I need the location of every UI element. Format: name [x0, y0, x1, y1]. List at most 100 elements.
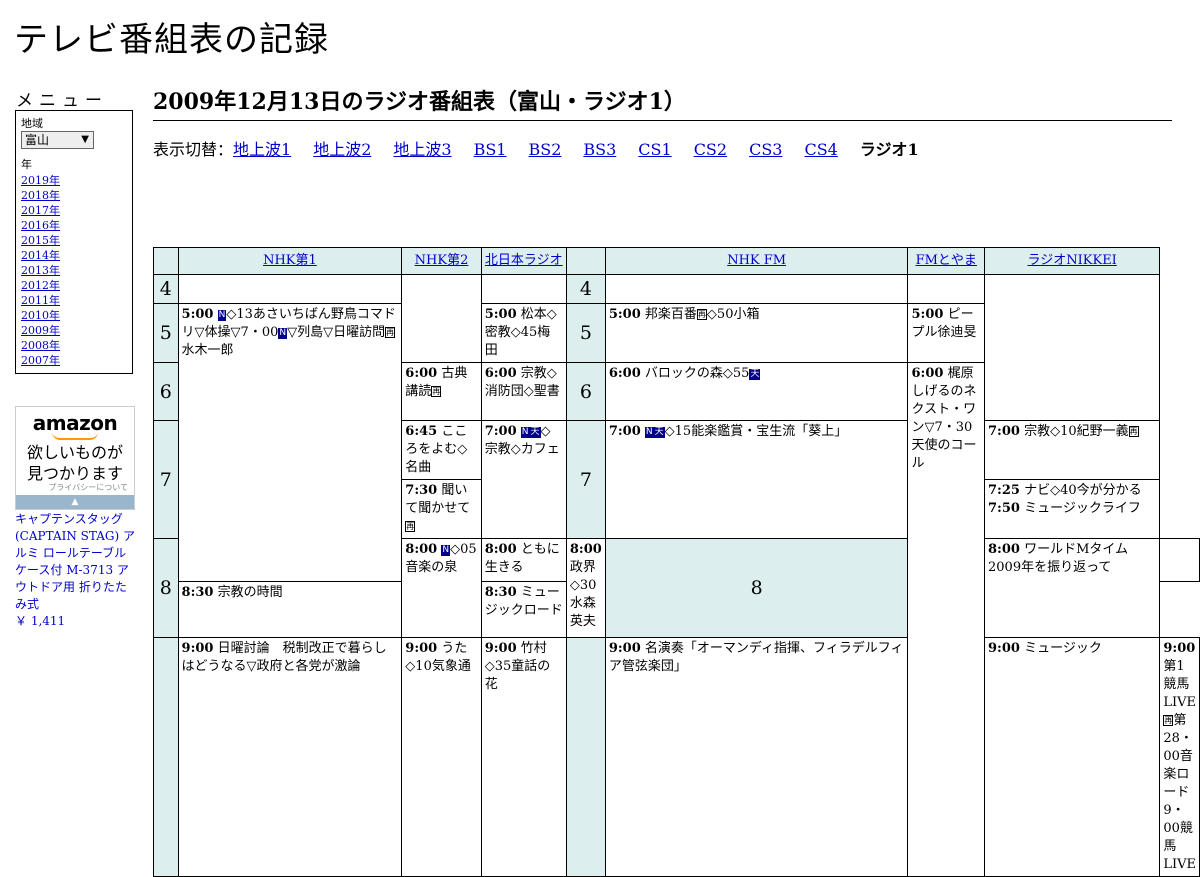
program-cell[interactable]: 8:00 政界◇30水森英夫 [565, 538, 606, 638]
weather-badge-icon: 天 [749, 369, 761, 380]
switch-link-cs1[interactable]: CS1 [638, 140, 671, 159]
year-link-2013[interactable]: 2013年 [21, 264, 60, 277]
ad-expand-bar[interactable]: ▲ [16, 495, 134, 509]
channel-link-nikkei[interactable]: ラジオNIKKEI [1028, 253, 1117, 268]
program-cell[interactable]: 7:00 宗教◇10紀野一義再 [983, 420, 1161, 480]
year-link-2018[interactable]: 2018年 [21, 189, 60, 202]
program-cell[interactable]: 8:00 ワールドMタイム2009年を振り返って [983, 538, 1161, 638]
ad-privacy-link[interactable]: プライバシーについて [48, 482, 128, 493]
year-list: 2019年 2018年 2017年 2016年 2015年 2014年 2013… [21, 173, 127, 368]
program-cell[interactable]: 5:00 N◇13あさいちばん野鳥コマドリ▽体操▽7・00N▽列島▽日曜訪問再水… [177, 303, 403, 582]
ad-product-title[interactable]: キャプテンスタッグ(CAPTAIN STAG) アルミ ロールテーブル ケース付… [15, 512, 135, 611]
switch-link-cs3[interactable]: CS3 [749, 140, 782, 159]
hour-label-4: 4 [153, 274, 179, 304]
year-link-2009[interactable]: 2009年 [21, 324, 60, 337]
program-cell[interactable]: 6:00 バロックの森◇55天 [604, 362, 909, 421]
year-link-2008[interactable]: 2008年 [21, 339, 60, 352]
weather-badge-icon: 天 [653, 427, 665, 438]
news-badge-icon: N [520, 427, 530, 438]
rerun-badge-icon: 再 [385, 327, 396, 338]
channel-header-fmtoyama: FMとやま [907, 247, 985, 275]
year-link-2015[interactable]: 2015年 [21, 234, 60, 247]
channel-header-knb: 北日本ラジオ [480, 247, 567, 275]
program-cell[interactable]: 5:00 松本◇密教◇45梅田 [480, 303, 567, 363]
program-cell[interactable]: 7:00 N 天◇宗教◇カフェ [480, 420, 567, 539]
news-badge-icon: N [644, 427, 654, 438]
program-cell[interactable]: 6:00 梶原しげるのネクスト・ワン▽7・30天使のコール [907, 362, 985, 877]
program-empty [907, 274, 985, 304]
switch-link-cs2[interactable]: CS2 [694, 140, 727, 159]
program-cell[interactable]: 9:00 うた◇10気象通 [401, 637, 482, 877]
channel-link-nhk1[interactable]: NHK第1 [263, 253, 317, 268]
year-link-2012[interactable]: 2012年 [21, 279, 60, 292]
program-cell[interactable]: 8:30 宗教の時間 [177, 581, 403, 638]
program-empty [401, 274, 482, 363]
switch-link-bs1[interactable]: BS1 [474, 140, 507, 159]
ad-product-link[interactable]: キャプテンスタッグ(CAPTAIN STAG) アルミ ロールテーブル ケース付… [15, 511, 137, 630]
program-cell[interactable]: 5:00 ピープル徐迪旻 [907, 303, 985, 363]
news-badge-icon: N [441, 545, 451, 556]
page-title: 2009年12月13日のラジオ番組表（富山・ラジオ1） [153, 84, 1172, 121]
program-cell[interactable]: 8:30 ミュージックロード [480, 581, 567, 638]
year-link-2007[interactable]: 2007年 [21, 354, 60, 367]
program-cell[interactable]: 9:00 第1競馬LIVE再第28・00音楽ロード9・00競馬LIVE [1159, 637, 1200, 877]
program-empty [604, 274, 909, 304]
amazon-logo: amazon [32, 411, 118, 435]
hour-label-6-right: 6 [565, 362, 606, 421]
program-cell[interactable]: 9:00 日曜討論 税制改正で暮らしはどうなる▽政府と各党が激論 [177, 637, 403, 877]
program-cell[interactable]: 7:25 ナビ◇40今が分かる 7:50 ミュージックライフ [983, 479, 1161, 539]
hour-label-5-right: 5 [565, 303, 606, 363]
program-empty [177, 274, 403, 304]
program-empty [1159, 538, 1200, 582]
program-cell[interactable]: 6:00 宗教◇消防団◇聖書 [480, 362, 567, 421]
switch-link-terrestrial-3[interactable]: 地上波3 [393, 140, 451, 159]
hour-label-7: 7 [153, 420, 179, 539]
program-cell[interactable]: 5:00 邦楽百番再◇50小箱 [604, 303, 909, 363]
program-cell[interactable]: 9:00 ミュージック [983, 637, 1161, 877]
chevron-down-icon: ▼ [81, 134, 89, 145]
weather-badge-icon: 天 [529, 427, 541, 438]
program-cell[interactable]: 8:00 N◇05音楽の泉 [401, 538, 482, 638]
channel-header-nikkei: ラジオNIKKEI [983, 247, 1161, 275]
program-cell[interactable]: 9:00 名演奏「オーマンディ指揮、フィラデルフィア管弦楽団」 [604, 637, 909, 877]
menu-heading: メニュー [16, 91, 108, 111]
region-select[interactable]: 富山 ▼ [21, 131, 94, 149]
year-link-2014[interactable]: 2014年 [21, 249, 60, 262]
program-cell[interactable]: 6:45 こころをよむ◇名曲 [401, 420, 482, 480]
program-empty [983, 274, 1161, 421]
switch-link-terrestrial-1[interactable]: 地上波1 [233, 140, 291, 159]
news-badge-icon: N [278, 328, 288, 339]
switch-link-cs4[interactable]: CS4 [804, 140, 837, 159]
switch-link-terrestrial-2[interactable]: 地上波2 [313, 140, 371, 159]
year-link-2010[interactable]: 2010年 [21, 309, 60, 322]
year-link-2011[interactable]: 2011年 [21, 294, 60, 307]
channel-link-nhkfm[interactable]: NHK FM [727, 253, 786, 268]
hour-label-7-right: 7 [565, 420, 606, 539]
rerun-badge-icon: 再 [1163, 715, 1174, 726]
program-cell[interactable]: 8:00 ともに生きる [480, 538, 567, 582]
hour-label-8-right: 8 [604, 538, 909, 638]
year-link-2016[interactable]: 2016年 [21, 219, 60, 232]
hour-label-9-right [565, 637, 606, 877]
channel-link-knb[interactable]: 北日本ラジオ [485, 253, 563, 268]
program-time: 5:00 [181, 307, 214, 322]
switch-link-bs2[interactable]: BS2 [528, 140, 561, 159]
header-corner-left [153, 247, 179, 275]
year-link-2017[interactable]: 2017年 [21, 204, 60, 217]
program-cell[interactable]: 9:00 竹村◇35童話の花 [480, 637, 567, 877]
switch-link-bs3[interactable]: BS3 [583, 140, 616, 159]
region-label: 地域 [21, 117, 43, 130]
switch-current-radio-1: ラジオ1 [859, 140, 919, 159]
channel-link-nhk2[interactable]: NHK第2 [415, 253, 469, 268]
year-label: 年 [21, 158, 32, 171]
program-cell[interactable]: 7:00 N 天◇15能楽鑑賞・宝生流「葵上」 [604, 420, 909, 539]
header-corner-mid [565, 247, 606, 275]
program-empty [480, 274, 567, 304]
site-title: テレビ番組表の記録 [14, 20, 329, 60]
program-cell[interactable]: 6:00 古典講読再 [401, 362, 482, 421]
hour-label-8: 8 [153, 538, 179, 638]
year-link-2019[interactable]: 2019年 [21, 174, 60, 187]
channel-link-fmtoyama[interactable]: FMとやま [916, 253, 977, 268]
program-cell[interactable]: 7:30 聞いて聞かせて再 [401, 479, 482, 539]
amazon-ad-banner[interactable]: amazon 欲しいものが 見つかります プライバシーについて ▲ [15, 406, 135, 510]
